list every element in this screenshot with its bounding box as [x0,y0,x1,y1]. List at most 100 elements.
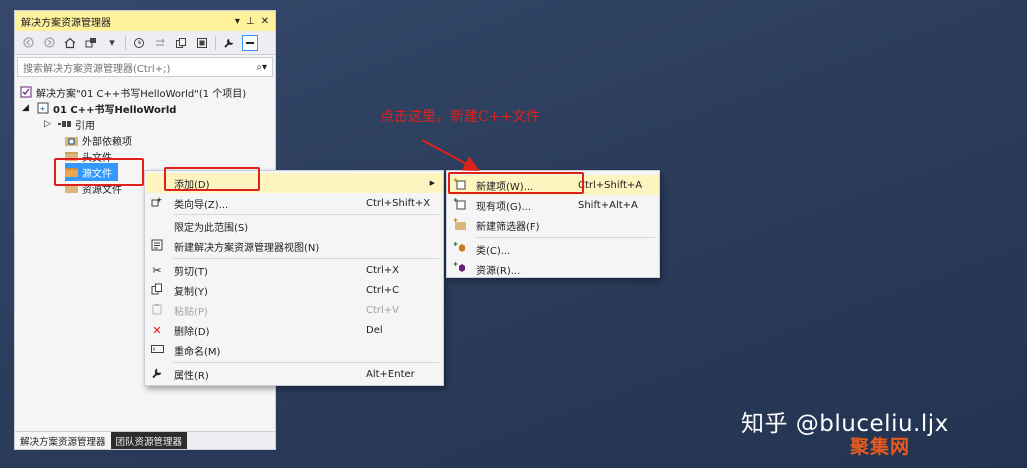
menu-item-delete[interactable]: ✕ 删除(D) Del [145,320,443,340]
properties-icon[interactable] [221,35,237,51]
menu-item-shortcut: Alt+Enter [366,368,415,380]
menu-item-copy[interactable]: 复制(Y) Ctrl+C [145,280,443,300]
menu-item-shortcut: Ctrl+Shift+X [366,197,431,209]
submenu-item-resource[interactable]: 资源(R)... [447,259,659,279]
menu-item-properties[interactable]: 属性(R) Alt+Enter [145,364,443,384]
forward-icon[interactable] [41,35,57,51]
expanded-arrow-icon[interactable]: ◢ [19,102,32,114]
references-icon [58,118,71,130]
menu-item-shortcut: Del [366,324,383,336]
menu-item-label: 新建项(W)... [476,181,534,193]
menu-item-shortcut: Ctrl+Shift+A [578,179,643,191]
submenu-arrow-icon: ▶ [429,179,435,187]
rename-icon [150,344,164,357]
menu-item-rename[interactable]: 重命名(M) [145,340,443,360]
menu-item-label: 添加(D) [174,179,210,191]
menu-item-label: 属性(R) [174,370,209,382]
menu-separator [173,258,439,259]
dropdown-icon[interactable]: ▾ [235,16,240,27]
folder-icon [65,166,78,178]
external-deps-icon [65,134,78,146]
class-icon [452,241,466,257]
existing-item-icon [452,197,466,213]
menu-item-label: 剪切(T) [174,266,208,278]
copy-icon [150,283,164,298]
delete-icon: ✕ [152,323,162,337]
menu-item-label: 新建筛选器(F) [476,221,540,233]
menu-item-cut[interactable]: ✂ 剪切(T) Ctrl+X [145,260,443,280]
tree-item-label: 源文件 [82,168,112,180]
sync-icon[interactable] [83,35,99,51]
tree-item-label: 外部依赖项 [82,136,132,148]
menu-separator [475,237,655,238]
tree-item-label: 01 C++书写HelloWorld [53,104,177,116]
search-input[interactable]: 搜索解决方案资源管理器(Ctrl+;) [23,60,170,75]
collapsed-arrow-icon[interactable]: ▷ [41,118,54,130]
menu-item-new-explorer-view[interactable]: 新建解决方案资源管理器视图(N) [145,236,443,256]
show-all-icon[interactable] [194,35,210,51]
annotation-text: 点击这里，新建C++文件 [380,109,541,125]
new-filter-icon [452,217,466,233]
tree-item-label: 解决方案"01 C++书写HelloWorld"(1 个项目) [36,88,247,100]
close-icon[interactable]: ✕ [261,16,269,27]
class-wizard-icon [150,196,164,211]
menu-item-label: 资源(R)... [476,265,521,277]
context-menu: 添加(D) ▶ 类向导(Z)... Ctrl+Shift+X 限定为此范围(S)… [144,170,444,386]
menu-item-shortcut: Ctrl+X [366,264,400,276]
toolbar-separator [125,35,126,50]
panel-toolbar: ▾ [15,31,275,55]
panel-title-controls: ▾ ⊥ ✕ [235,16,269,27]
submenu-item-existing-item[interactable]: 现有项(G)... Shift+Alt+A [447,195,659,215]
new-view-icon [150,239,164,254]
panel-bottom-tabs: 解决方案资源管理器 团队资源管理器 [15,431,275,449]
menu-item-label: 重命名(M) [174,346,221,358]
menu-item-label: 类向导(Z)... [174,199,229,211]
menu-item-scope-to-this[interactable]: 限定为此范围(S) [145,216,443,236]
paste-icon [150,303,164,318]
menu-item-paste[interactable]: 粘贴(P) Ctrl+V [145,300,443,320]
cut-icon: ✂ [152,263,162,277]
menu-item-add[interactable]: 添加(D) ▶ [145,173,443,193]
tree-item-label: 头文件 [82,152,112,164]
search-box[interactable]: 搜索解决方案资源管理器(Ctrl+;) ⌕▾ [17,57,273,77]
submenu-item-new-item[interactable]: 新建项(W)... Ctrl+Shift+A [447,175,659,195]
tab-team-explorer[interactable]: 团队资源管理器 [110,432,188,449]
tree-item-resource-files[interactable]: 资源文件 [65,179,122,197]
menu-item-label: 粘贴(P) [174,306,208,318]
submenu-item-new-filter[interactable]: 新建筛选器(F) [447,215,659,235]
menu-separator [173,214,439,215]
menu-item-class-wizard[interactable]: 类向导(Z)... Ctrl+Shift+X [145,193,443,213]
menu-item-label: 类(C)... [476,245,511,257]
tab-solution-explorer[interactable]: 解决方案资源管理器 [15,432,111,449]
pending-changes-icon[interactable] [152,35,168,51]
menu-item-label: 复制(Y) [174,286,208,298]
back-icon[interactable] [20,35,36,51]
panel-title: 解决方案资源管理器 [21,17,111,29]
home-icon[interactable] [62,35,78,51]
svg-text:+: + [39,105,45,113]
menu-separator [173,362,439,363]
menu-item-label: 限定为此范围(S) [174,222,249,234]
add-submenu: 新建项(W)... Ctrl+Shift+A 现有项(G)... Shift+A… [446,170,660,278]
pin-icon[interactable]: ⊥ [246,16,255,27]
collapse-icon[interactable] [173,35,189,51]
search-icon[interactable]: ⌕▾ [256,62,267,73]
history-icon[interactable] [131,35,147,51]
menu-item-label: 新建解决方案资源管理器视图(N) [174,242,320,254]
menu-item-shortcut: Shift+Alt+A [578,199,638,211]
menu-item-label: 删除(D) [174,326,210,338]
new-item-icon [452,177,466,193]
folder-icon [65,182,78,194]
zhihu-watermark: 知乎 @bluceliu.ljx [741,411,949,437]
chevron-down-icon[interactable]: ▾ [104,35,120,51]
panel-title-bar: 解决方案资源管理器 ▾ ⊥ ✕ [15,11,275,31]
preview-icon[interactable] [242,34,258,51]
tree-item-label: 资源文件 [82,184,122,196]
menu-item-label: 现有项(G)... [476,201,532,213]
folder-icon [65,150,78,162]
submenu-item-class[interactable]: 类(C)... [447,239,659,259]
properties-icon [150,367,164,382]
toolbar-separator [215,35,216,50]
cpp-project-icon: + [36,102,49,114]
menu-item-shortcut: Ctrl+V [366,304,400,316]
